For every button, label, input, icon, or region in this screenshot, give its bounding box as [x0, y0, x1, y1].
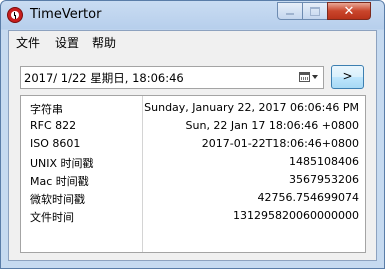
row-value: Sun, 22 Jan 17 18:06:46 +0800 — [185, 119, 359, 132]
row-key: 文件时间 — [30, 211, 74, 224]
menu-settings[interactable]: 设置 — [55, 34, 79, 51]
maximize-icon — [303, 3, 327, 19]
clock-app-icon — [7, 7, 23, 23]
row-value: 131295820060000000 — [233, 209, 359, 222]
close-icon: ✕ — [343, 3, 355, 19]
list-item[interactable]: ISO 8601 2017-01-22T18:06:46+0800 — [21, 135, 365, 153]
row-key: ISO 8601 — [30, 137, 81, 150]
client-area: 文件 设置 帮助 2017/ 1/22 星期日, 18:06:46 > 字符串 … — [8, 30, 377, 261]
row-key: UNIX 时间戳 — [30, 157, 94, 170]
chevron-down-icon — [312, 75, 318, 79]
list-item[interactable]: UNIX 时间戳 1485108406 — [21, 153, 365, 171]
menu-help[interactable]: 帮助 — [92, 34, 116, 51]
row-key: RFC 822 — [30, 119, 77, 132]
row-value: 2017-01-22T18:06:46+0800 — [201, 137, 359, 150]
list-item[interactable]: 微软时间戳 42756.754699074 — [21, 189, 365, 207]
maximize-button[interactable] — [302, 2, 328, 20]
row-key: Mac 时间戳 — [30, 175, 89, 188]
convert-button-label: > — [342, 69, 353, 83]
list-item[interactable]: 文件时间 131295820060000000 — [21, 207, 365, 225]
title-bar[interactable]: TimeVertor ✕ — [1, 1, 384, 30]
datetime-picker[interactable]: 2017/ 1/22 星期日, 18:06:46 — [20, 66, 324, 89]
convert-button[interactable]: > — [331, 65, 364, 89]
menu-file[interactable]: 文件 — [16, 34, 40, 51]
row-value: 42756.754699074 — [257, 191, 359, 204]
calendar-dropdown-button[interactable] — [298, 70, 320, 85]
close-button[interactable]: ✕ — [327, 2, 371, 20]
row-value: 1485108406 — [289, 155, 359, 168]
results-list: 字符串 Sunday, January 22, 2017 06:06:46 PM… — [20, 95, 366, 253]
list-item[interactable]: RFC 822 Sun, 22 Jan 17 18:06:46 +0800 — [21, 117, 365, 135]
window-title: TimeVertor — [30, 7, 102, 22]
list-item[interactable]: Mac 时间戳 3567953206 — [21, 171, 365, 189]
row-value: Sunday, January 22, 2017 06:06:46 PM — [144, 101, 359, 114]
datetime-value[interactable]: 2017/ 1/22 星期日, 18:06:46 — [24, 70, 184, 86]
minimize-button[interactable] — [277, 2, 303, 20]
app-window: TimeVertor ✕ 文件 设置 帮助 2017/ 1/22 星期日, 18… — [0, 0, 385, 269]
row-value: 3567953206 — [289, 173, 359, 186]
minimize-icon — [278, 3, 302, 19]
menu-bar: 文件 设置 帮助 — [9, 31, 376, 51]
row-key: 字符串 — [30, 103, 63, 116]
calendar-icon — [299, 72, 310, 82]
row-key: 微软时间戳 — [30, 193, 85, 206]
list-item[interactable]: 字符串 Sunday, January 22, 2017 06:06:46 PM — [21, 99, 365, 117]
